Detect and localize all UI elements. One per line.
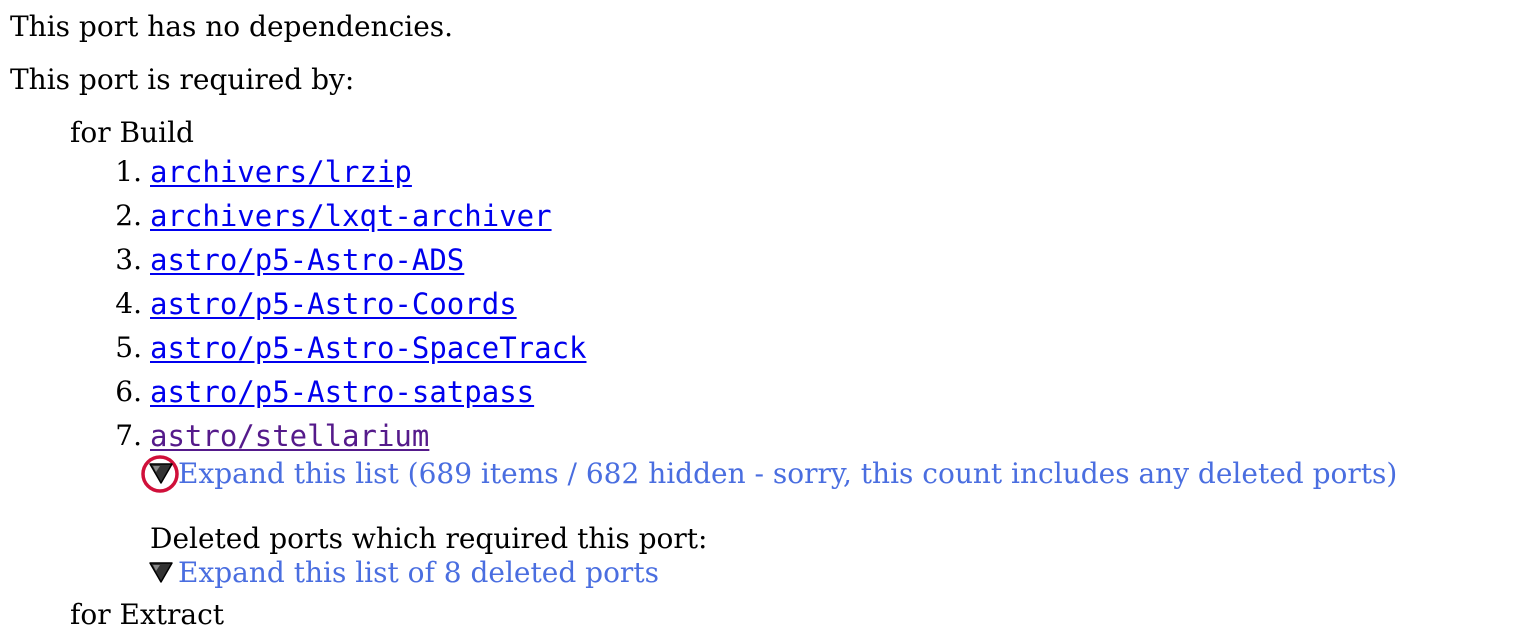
list-number: 2. [115,199,142,232]
list-number: 6. [115,375,142,408]
extract-section-label: for Extract [70,598,224,631]
build-section-label: for Build [70,116,194,149]
port-link-p5-astro-spacetrack[interactable]: astro/p5-Astro-SpaceTrack [150,330,587,366]
port-link-p5-astro-ads[interactable]: astro/p5-Astro-ADS [150,242,464,278]
port-link-lrzip[interactable]: archivers/lrzip [150,154,412,190]
port-link-lxqt-archiver[interactable]: archivers/lxqt-archiver [150,198,552,234]
list-number: 5. [115,331,142,364]
expand-triangle-icon [149,562,173,583]
list-number: 3. [115,243,142,276]
list-number: 7. [115,419,142,452]
no-dependencies-text: This port has no dependencies. [10,10,454,43]
expand-deleted-list-button[interactable]: Expand this list of 8 deleted ports [148,555,659,591]
port-link-p5-astro-satpass[interactable]: astro/p5-Astro-satpass [150,374,534,410]
list-number: 1. [115,155,142,188]
deleted-ports-heading: Deleted ports which required this port: [150,522,708,555]
expand-build-list-button[interactable]: Expand this list (689 items / 682 hidden… [148,456,1397,492]
port-link-p5-astro-coords[interactable]: astro/p5-Astro-Coords [150,286,517,322]
expand-triangle-icon [149,463,173,484]
required-by-heading: This port is required by: [10,63,355,96]
list-number: 4. [115,287,142,320]
expand-deleted-list-label: Expand this list of 8 deleted ports [178,556,659,589]
port-link-stellarium[interactable]: astro/stellarium [150,418,429,454]
expand-build-list-label: Expand this list (689 items / 682 hidden… [178,457,1398,490]
